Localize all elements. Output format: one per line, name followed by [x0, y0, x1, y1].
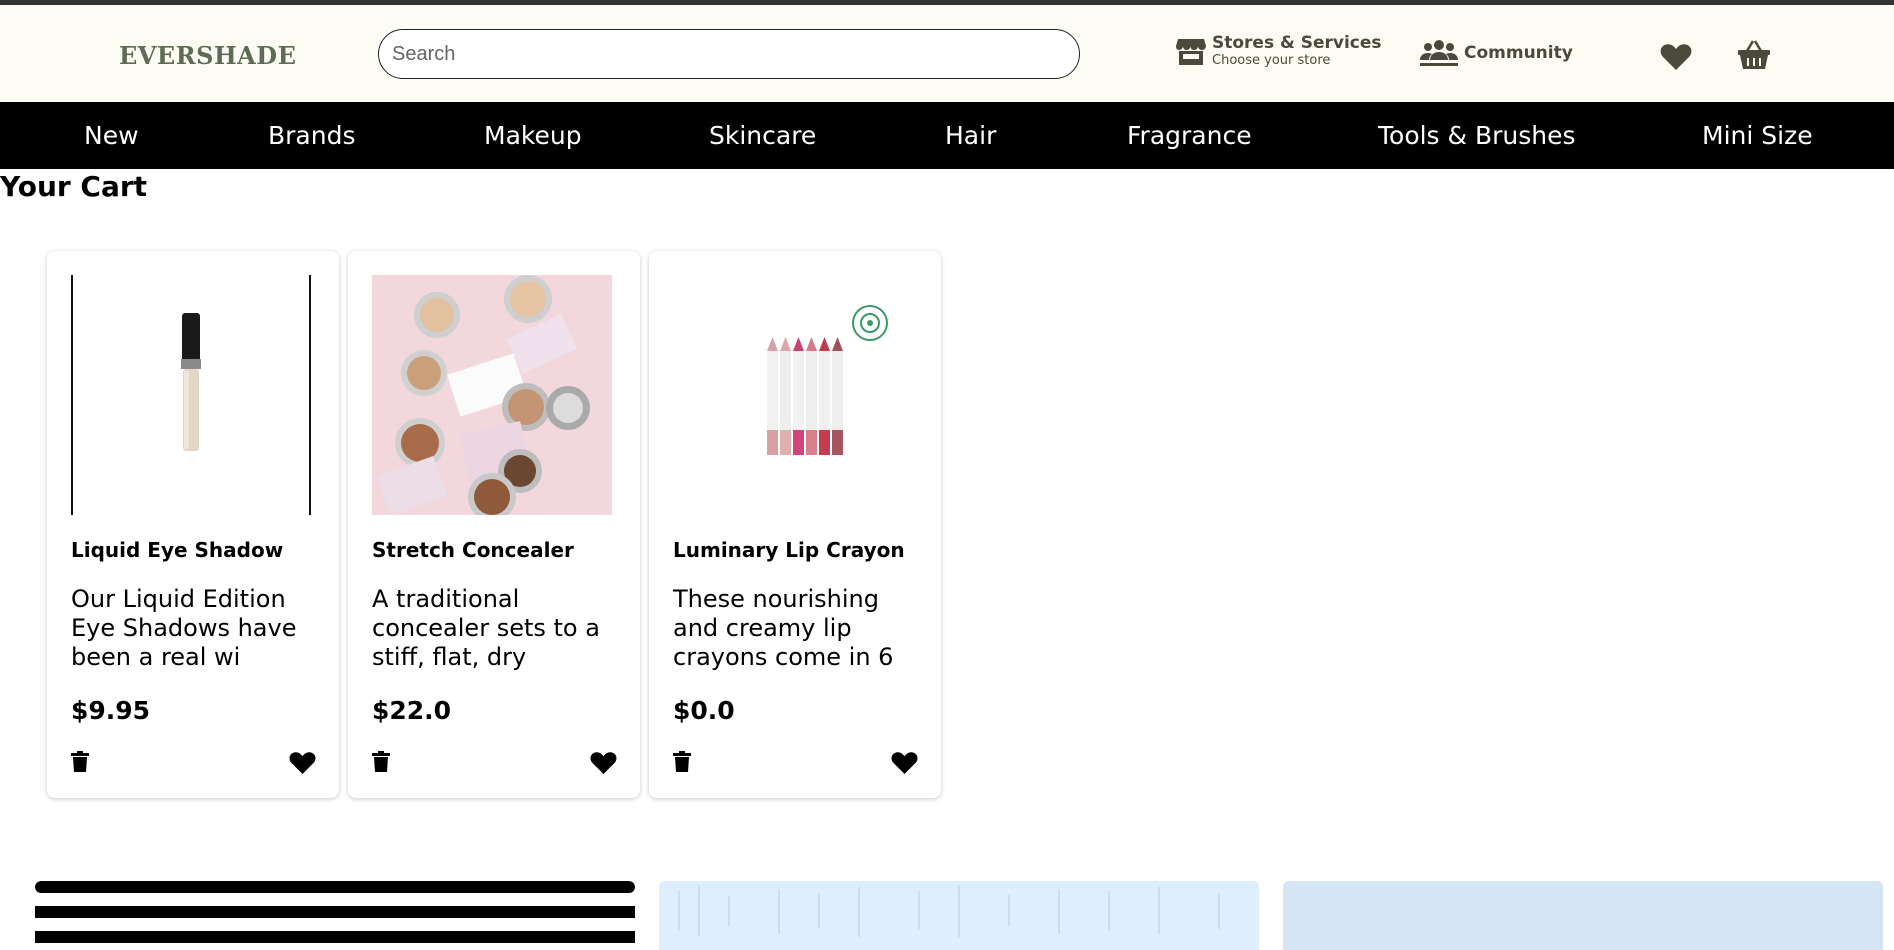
heart-icon[interactable]: [1660, 43, 1692, 71]
store-icon: [1176, 39, 1206, 65]
cart-item-card: Luminary Lip Crayon These nourishing and…: [649, 251, 941, 798]
trash-icon[interactable]: [673, 751, 691, 773]
product-name[interactable]: Liquid Eye Shadow: [71, 538, 283, 562]
heart-icon[interactable]: [590, 751, 617, 775]
product-price: $22.0: [372, 696, 452, 725]
promo-banner-light[interactable]: [1283, 881, 1883, 950]
promo-banner-stripes[interactable]: [35, 881, 635, 950]
product-name[interactable]: Luminary Lip Crayon: [673, 538, 905, 562]
basket-icon[interactable]: [1737, 39, 1771, 71]
heart-icon[interactable]: [289, 751, 316, 775]
product-description: Our Liquid Edition Eye Shadows have been…: [71, 585, 297, 671]
search-box: [378, 29, 1080, 79]
site-header: EVERSHADE Stores & Services Choose your …: [0, 5, 1894, 102]
heart-icon[interactable]: [891, 751, 918, 775]
promo-banner-blue[interactable]: [659, 881, 1259, 950]
community-icon: [1420, 40, 1458, 66]
nav-brands[interactable]: Brands: [268, 102, 356, 169]
trash-icon[interactable]: [71, 751, 89, 773]
product-image-concealer-tube[interactable]: [71, 275, 311, 515]
nav-fragrance[interactable]: Fragrance: [1127, 102, 1252, 169]
logo[interactable]: EVERSHADE: [119, 41, 296, 70]
nav-hair[interactable]: Hair: [945, 102, 996, 169]
cart-item-card: Liquid Eye Shadow Our Liquid Edition Eye…: [47, 251, 339, 798]
nav-makeup[interactable]: Makeup: [484, 102, 582, 169]
product-description: A traditional concealer sets to a stiff,…: [372, 585, 600, 671]
product-image-lip-crayons[interactable]: [673, 275, 913, 515]
cart-item-card: Stretch Concealer A traditional conceale…: [348, 251, 640, 798]
stores-subtitle: Choose your store: [1212, 53, 1331, 68]
stores-title: Stores & Services: [1212, 33, 1382, 53]
stores-services-link[interactable]: Stores & Services Choose your store: [1175, 35, 1382, 67]
product-name[interactable]: Stretch Concealer: [372, 538, 574, 562]
nav-mini-size[interactable]: Mini Size: [1702, 102, 1813, 169]
search-input[interactable]: [379, 30, 1079, 78]
cart-title: Your Cart: [0, 170, 148, 203]
nav-skincare[interactable]: Skincare: [709, 102, 816, 169]
product-description: These nourishing and creamy lip crayons …: [673, 585, 894, 671]
product-price: $0.0: [673, 696, 735, 725]
trash-icon[interactable]: [372, 751, 390, 773]
product-price: $9.95: [71, 696, 151, 725]
product-image-concealer-compacts[interactable]: [372, 275, 612, 521]
community-label: Community: [1464, 43, 1573, 63]
nav-new[interactable]: New: [84, 102, 139, 169]
main-nav: New Brands Makeup Skincare Hair Fragranc…: [0, 102, 1894, 169]
nav-tools-brushes[interactable]: Tools & Brushes: [1378, 102, 1576, 169]
community-link[interactable]: Community: [1420, 38, 1573, 68]
